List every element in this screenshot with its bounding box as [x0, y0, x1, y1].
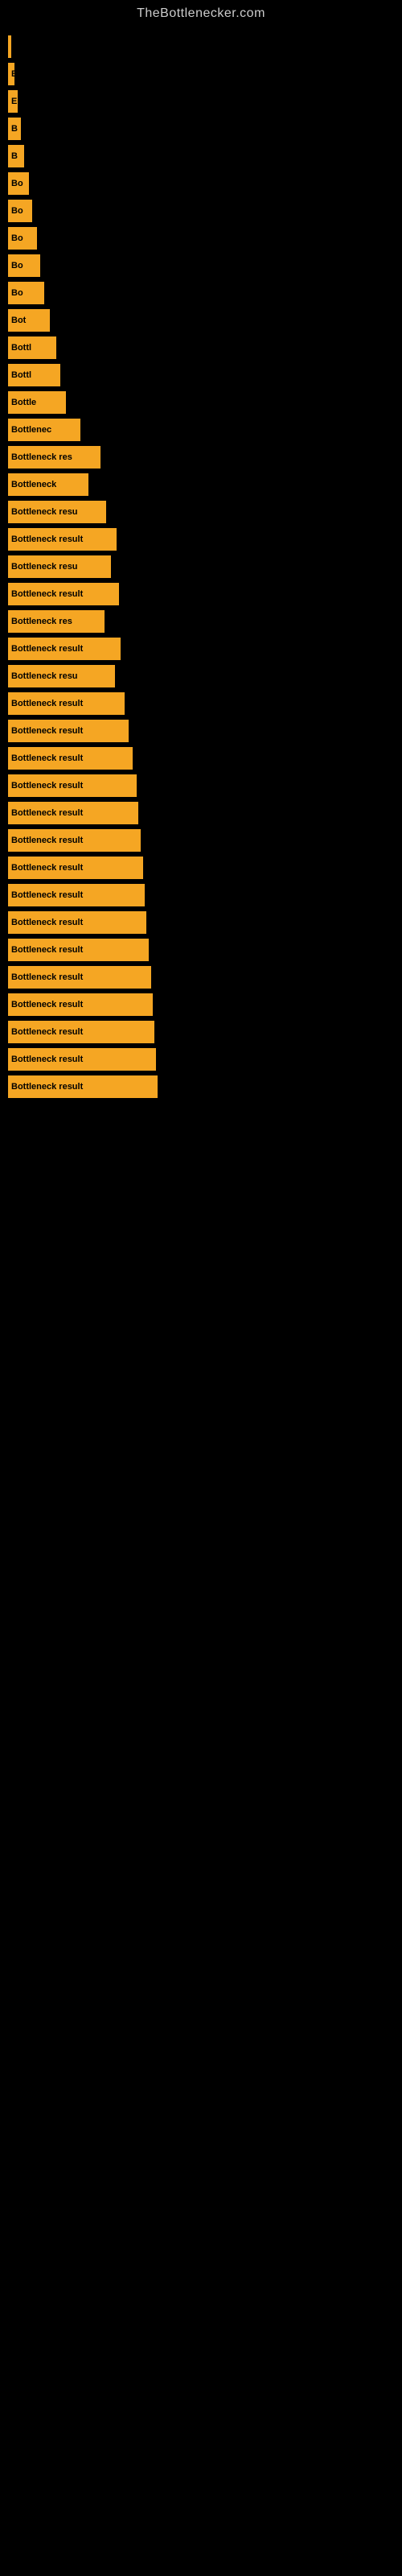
- bar-item: Bot: [8, 309, 50, 332]
- bar-row: Bottleneck result: [8, 720, 402, 742]
- bar-row: Bottleneck result: [8, 939, 402, 961]
- bar-item: Bottleneck result: [8, 966, 151, 989]
- bar-item: Bottl: [8, 336, 56, 359]
- bar-row: Bottleneck result: [8, 911, 402, 934]
- bar-row: Bottleneck result: [8, 1048, 402, 1071]
- bar-row: Bottl: [8, 336, 402, 359]
- bar-item: Bottleneck result: [8, 884, 145, 906]
- bar-item: Bottleneck: [8, 473, 88, 496]
- bar-row: Bottleneck result: [8, 692, 402, 715]
- site-title: TheBottlenecker.com: [0, 0, 402, 27]
- bar-item: Bottleneck result: [8, 1075, 158, 1098]
- bar-item: [8, 35, 11, 58]
- bar-item: Bottleneck result: [8, 939, 149, 961]
- bar-item: Bottleneck result: [8, 720, 129, 742]
- bar-row: Bo: [8, 172, 402, 195]
- bar-row: Bo: [8, 200, 402, 222]
- bar-row: Bottleneck resu: [8, 555, 402, 578]
- bar-item: Bottleneck result: [8, 528, 117, 551]
- bar-row: Bo: [8, 254, 402, 277]
- bar-row: Bottleneck res: [8, 446, 402, 469]
- bar-item: Bottleneck result: [8, 802, 138, 824]
- bar-row: E: [8, 63, 402, 85]
- bar-row: Bottleneck result: [8, 1075, 402, 1098]
- bar-item: Bottleneck result: [8, 774, 137, 797]
- bar-row: E: [8, 90, 402, 113]
- bar-row: Bottleneck result: [8, 528, 402, 551]
- bar-item: Bottleneck resu: [8, 555, 111, 578]
- bar-item: Bottleneck result: [8, 747, 133, 770]
- bar-row: Bottleneck result: [8, 993, 402, 1016]
- bar-item: Bottleneck result: [8, 857, 143, 879]
- bar-item: Bottleneck result: [8, 1048, 156, 1071]
- bar-row: Bottleneck: [8, 473, 402, 496]
- bar-item: Bottleneck result: [8, 829, 141, 852]
- bar-row: Bottleneck result: [8, 966, 402, 989]
- bar-row: [8, 35, 402, 58]
- bar-row: Bo: [8, 282, 402, 304]
- bar-row: Bottlenec: [8, 419, 402, 441]
- bar-item: Bottleneck result: [8, 583, 119, 605]
- bar-row: Bottl: [8, 364, 402, 386]
- bar-row: Bottleneck result: [8, 1021, 402, 1043]
- bar-row: Bottleneck resu: [8, 501, 402, 523]
- bar-item: Bottleneck result: [8, 692, 125, 715]
- bar-item: Bo: [8, 254, 40, 277]
- bar-item: Bottleneck res: [8, 446, 100, 469]
- bar-row: Bottle: [8, 391, 402, 414]
- bar-item: Bottlenec: [8, 419, 80, 441]
- bar-row: Bottleneck res: [8, 610, 402, 633]
- bar-row: Bottleneck resu: [8, 665, 402, 687]
- bar-item: B: [8, 118, 21, 140]
- bar-item: Bottleneck res: [8, 610, 105, 633]
- bar-item: Bottleneck result: [8, 1021, 154, 1043]
- bar-row: Bot: [8, 309, 402, 332]
- bar-item: Bo: [8, 200, 32, 222]
- bar-row: Bottleneck result: [8, 638, 402, 660]
- bar-row: Bottleneck result: [8, 747, 402, 770]
- bar-row: B: [8, 145, 402, 167]
- bars-container: EEBBBoBoBoBoBoBotBottlBottlBottleBottlen…: [0, 27, 402, 1103]
- bar-item: Bo: [8, 227, 37, 250]
- bar-item: Bottleneck resu: [8, 665, 115, 687]
- bar-item: Bottleneck result: [8, 638, 121, 660]
- bar-item: B: [8, 145, 24, 167]
- bar-row: B: [8, 118, 402, 140]
- bar-item: Bo: [8, 172, 29, 195]
- bar-item: E: [8, 90, 18, 113]
- bar-item: E: [8, 63, 14, 85]
- bar-row: Bottleneck result: [8, 774, 402, 797]
- bar-row: Bottleneck result: [8, 583, 402, 605]
- bar-row: Bottleneck result: [8, 829, 402, 852]
- bar-item: Bottleneck result: [8, 911, 146, 934]
- bar-row: Bottleneck result: [8, 857, 402, 879]
- bar-row: Bottleneck result: [8, 802, 402, 824]
- bar-row: Bo: [8, 227, 402, 250]
- bar-item: Bottleneck resu: [8, 501, 106, 523]
- bar-item: Bottleneck result: [8, 993, 153, 1016]
- bar-item: Bo: [8, 282, 44, 304]
- bar-item: Bottl: [8, 364, 60, 386]
- bar-row: Bottleneck result: [8, 884, 402, 906]
- bar-item: Bottle: [8, 391, 66, 414]
